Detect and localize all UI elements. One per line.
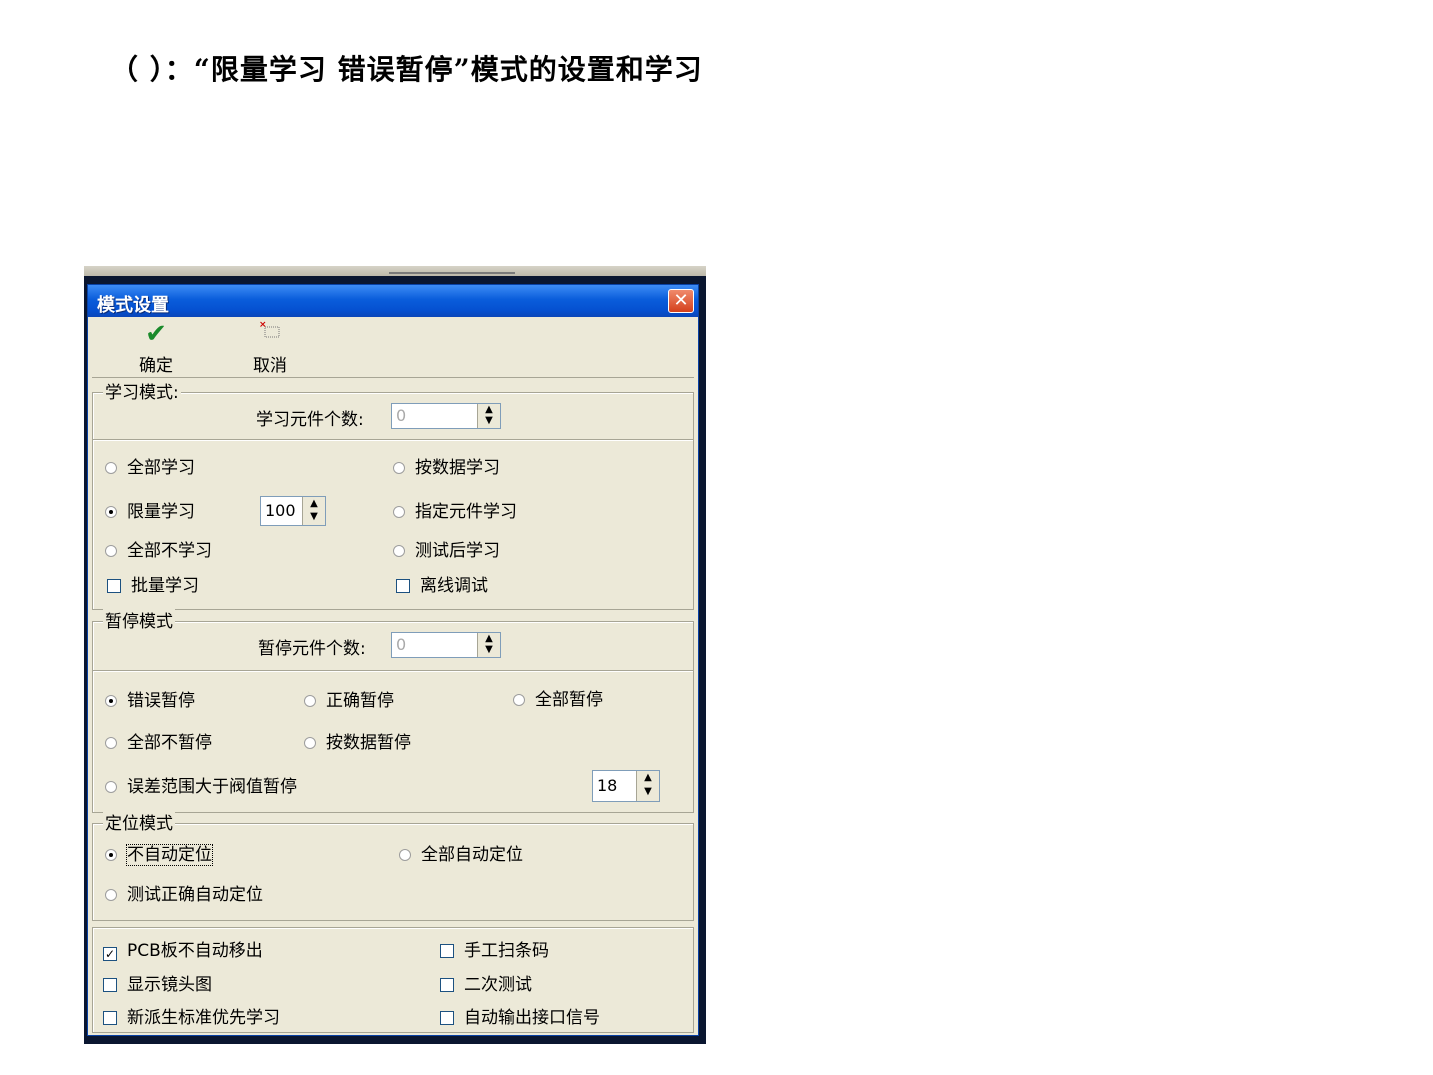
checkbox-icon [440, 1011, 454, 1025]
title-bar[interactable]: 模式设置 ✕ [88, 285, 698, 317]
radio-pause-by-data[interactable]: 按数据暂停 [304, 732, 411, 754]
ok-button[interactable]: ✔ 确定 [126, 319, 186, 377]
spinner-arrows-icon[interactable]: ▲ ▼ [302, 497, 325, 525]
radio-no-auto-position[interactable]: 不自动定位 [105, 844, 213, 866]
radio-pause-on-correct[interactable]: 正确暂停 [304, 690, 394, 712]
checkbox-checked-icon: ✓ [103, 947, 117, 961]
threshold-value: 18 [597, 776, 618, 795]
radio-icon [399, 849, 411, 861]
close-button[interactable]: ✕ [668, 289, 694, 313]
learn-mode-title: 学习模式: [103, 378, 181, 403]
radio-learn-limited[interactable]: 限量学习 [105, 501, 195, 523]
checkbox-icon [107, 579, 121, 593]
mode-settings-dialog: 模式设置 ✕ ✔ 确定 × 取消 学习模式: 学习元件个数: 0 ▲ ▼ 全部学… [87, 284, 699, 1036]
dialog-title: 模式设置 [97, 295, 169, 316]
checkbox-icon [440, 978, 454, 992]
toolbar: ✔ 确定 × 取消 [92, 319, 694, 378]
learn-limit-value: 100 [265, 501, 296, 520]
radio-learn-by-data[interactable]: 按数据学习 [393, 457, 500, 479]
check-auto-output-signal[interactable]: 自动输出接口信号 [440, 1007, 600, 1029]
pause-mode-group: 暂停模式 暂停元件个数: 0 ▲ ▼ 错误暂停 正确暂停 全部暂停 全部不暂停 按… [92, 607, 694, 813]
spinner-arrows-icon[interactable]: ▲ ▼ [477, 633, 500, 657]
ok-label: 确定 [139, 356, 173, 376]
learn-count-value: 0 [396, 406, 407, 425]
check-pcb-no-auto-eject[interactable]: ✓ PCB板不自动移出 [103, 940, 263, 962]
radio-pause-all[interactable]: 全部暂停 [513, 689, 603, 711]
pause-count-spinner[interactable]: 0 ▲ ▼ [391, 632, 501, 658]
check-batch-learn[interactable]: 批量学习 [107, 575, 199, 597]
radio-icon [105, 545, 117, 557]
radio-icon [105, 462, 117, 474]
checkmark-icon: ✔ [145, 319, 167, 349]
radio-icon [105, 781, 117, 793]
position-mode-group: 定位模式 不自动定位 全部自动定位 测试正确自动定位 [92, 809, 694, 921]
learn-limit-spinner[interactable]: 100 ▲ ▼ [260, 496, 326, 526]
radio-icon [393, 545, 405, 557]
radio-selected-icon [105, 506, 117, 518]
checkbox-icon [103, 978, 117, 992]
pause-count-value: 0 [396, 635, 407, 654]
radio-learn-all[interactable]: 全部学习 [105, 457, 195, 479]
check-new-standard-priority[interactable]: 新派生标准优先学习 [103, 1007, 280, 1029]
check-show-lens-image[interactable]: 显示镜头图 [103, 974, 212, 996]
radio-icon [105, 737, 117, 749]
radio-auto-position-on-correct[interactable]: 测试正确自动定位 [105, 884, 263, 906]
radio-all-auto-position[interactable]: 全部自动定位 [399, 844, 523, 866]
checkbox-icon [396, 579, 410, 593]
radio-icon [304, 695, 316, 707]
cancel-label: 取消 [253, 356, 287, 376]
pause-mode-title: 暂停模式 [103, 607, 175, 632]
document-heading: （ ）：“限量学习 错误暂停”模式的设置和学习 [110, 53, 703, 86]
radio-icon [304, 737, 316, 749]
check-offline-debug[interactable]: 离线调试 [396, 575, 488, 597]
radio-icon [393, 506, 405, 518]
radio-icon [513, 694, 525, 706]
background-window-strip [84, 266, 706, 276]
radio-pause-over-threshold[interactable]: 误差范围大于阀值暂停 [105, 776, 297, 798]
radio-learn-none[interactable]: 全部不学习 [105, 540, 212, 562]
radio-icon [105, 889, 117, 901]
radio-icon [393, 462, 405, 474]
check-manual-barcode[interactable]: 手工扫条码 [440, 940, 549, 962]
learn-count-label: 学习元件个数: [256, 410, 364, 430]
threshold-spinner[interactable]: 18 ▲ ▼ [592, 770, 660, 802]
pause-count-label: 暂停元件个数: [258, 639, 366, 659]
radio-pause-none[interactable]: 全部不暂停 [105, 732, 212, 754]
radio-learn-after-test[interactable]: 测试后学习 [393, 540, 500, 562]
dialog-screenshot: 模式设置 ✕ ✔ 确定 × 取消 学习模式: 学习元件个数: 0 ▲ ▼ 全部学… [84, 266, 706, 1044]
learn-mode-group: 学习模式: 学习元件个数: 0 ▲ ▼ 全部学习 按数据学习 限量学习 100 ▲… [92, 378, 694, 610]
misc-options-group: ✓ PCB板不自动移出 手工扫条码 显示镜头图 二次测试 新派生标准优先学习 自动… [92, 927, 694, 1033]
check-second-test[interactable]: 二次测试 [440, 974, 532, 996]
radio-pause-on-error[interactable]: 错误暂停 [105, 690, 195, 712]
radio-selected-icon [105, 695, 117, 707]
learn-count-spinner[interactable]: 0 ▲ ▼ [391, 403, 501, 429]
checkbox-icon [103, 1011, 117, 1025]
radio-learn-specified[interactable]: 指定元件学习 [393, 501, 517, 523]
position-mode-title: 定位模式 [103, 809, 175, 834]
cancel-button[interactable]: × 取消 [240, 319, 300, 377]
cancel-icon: × [240, 319, 300, 349]
radio-selected-icon [105, 849, 117, 861]
spinner-arrows-icon[interactable]: ▲ ▼ [636, 771, 659, 801]
spinner-arrows-icon[interactable]: ▲ ▼ [477, 404, 500, 428]
checkbox-icon [440, 944, 454, 958]
